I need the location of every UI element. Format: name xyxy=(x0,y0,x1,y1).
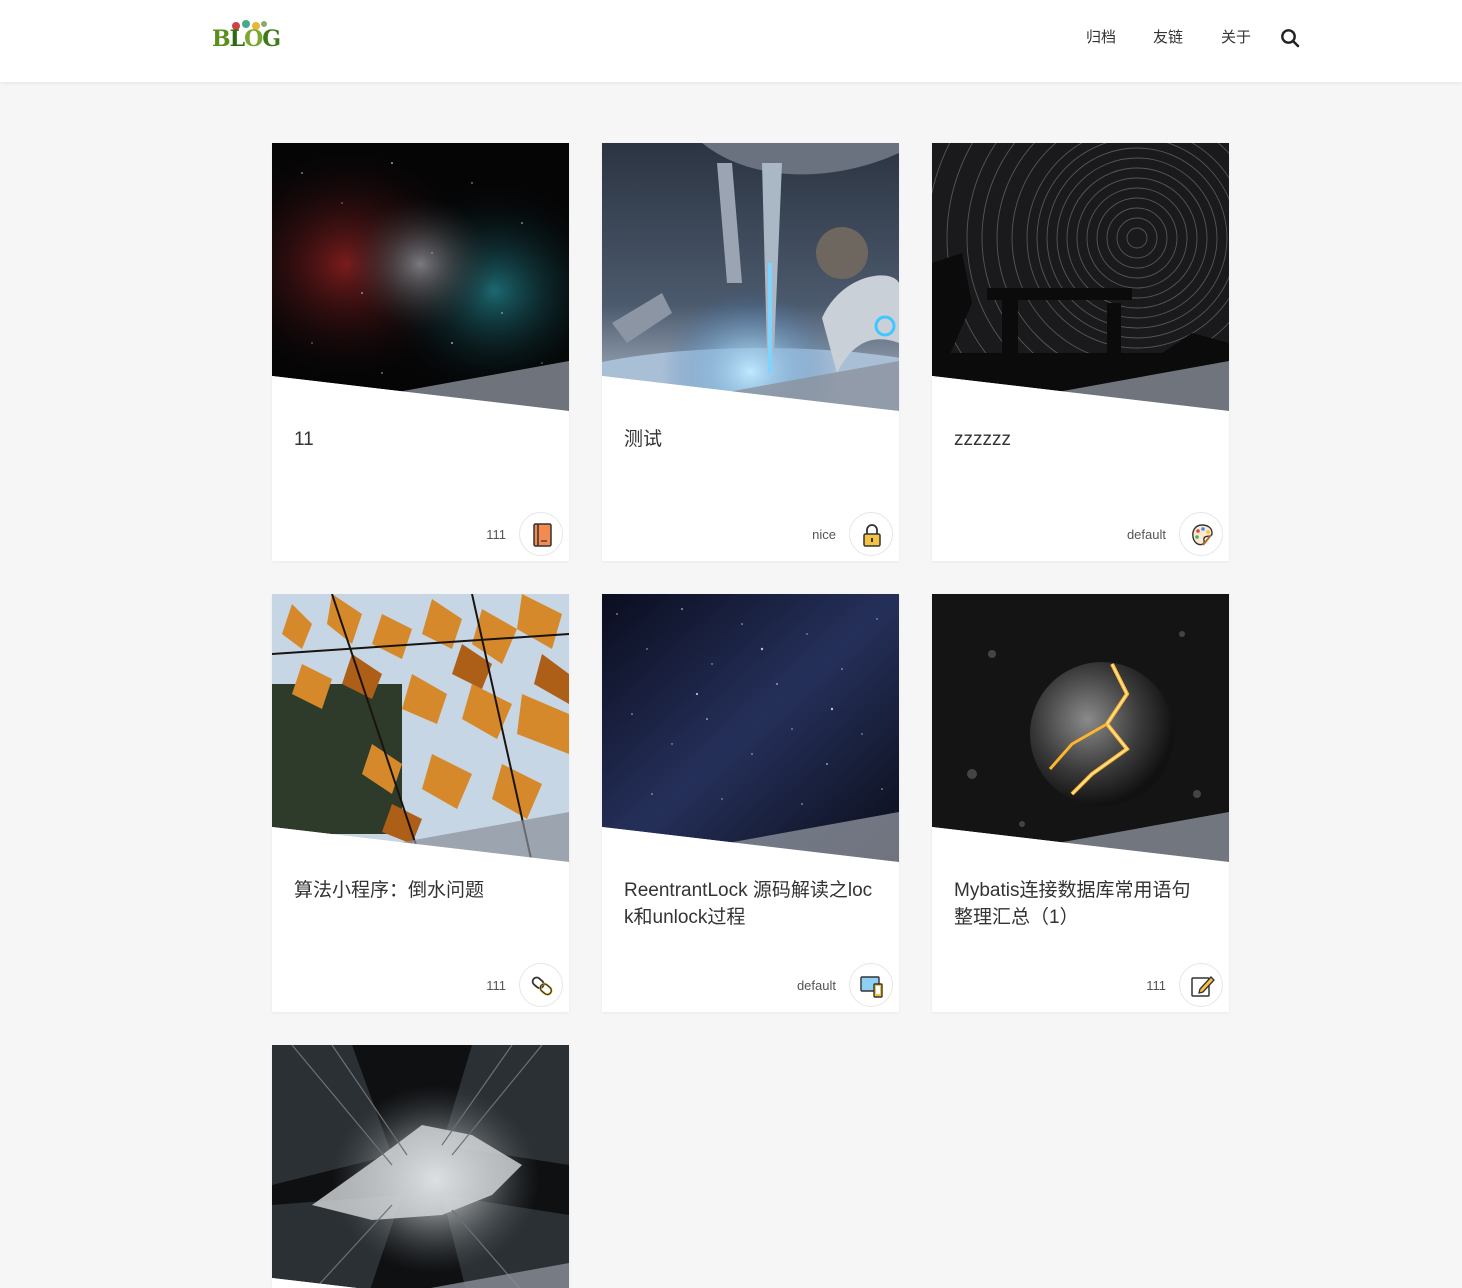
post-title[interactable]: ReentrantLock 源码解读之lock和unlock过程 xyxy=(624,877,876,931)
logo-wordmark: BLOG xyxy=(212,26,281,52)
post-cover-image[interactable] xyxy=(272,1045,569,1288)
post-card[interactable] xyxy=(272,1045,569,1288)
post-cover-image[interactable] xyxy=(932,594,1229,863)
post-title[interactable]: zzzzzz xyxy=(954,426,1206,453)
post-category-button[interactable] xyxy=(849,963,893,1007)
post-cover-image[interactable] xyxy=(602,143,899,412)
post-card[interactable]: 算法小程序：倒水问题 111 xyxy=(272,594,569,1012)
post-title[interactable]: 算法小程序：倒水问题 xyxy=(294,877,546,904)
post-tag: default xyxy=(1126,527,1166,542)
link-icon xyxy=(531,976,553,996)
nav-archive[interactable]: 归档 xyxy=(1086,27,1116,49)
post-card[interactable]: 11 111 xyxy=(272,143,569,561)
post-title[interactable]: 测试 xyxy=(624,426,876,453)
post-tag: 111 xyxy=(486,527,506,542)
lock-icon xyxy=(863,524,881,547)
devices-icon xyxy=(860,976,883,998)
post-card[interactable]: 测试 nice xyxy=(602,143,899,561)
post-card[interactable]: Mybatis连接数据库常用语句整理汇总（1） 111 xyxy=(932,594,1229,1012)
post-category-button[interactable] xyxy=(519,963,563,1007)
post-category-button[interactable] xyxy=(1179,963,1223,1007)
post-title[interactable]: Mybatis连接数据库常用语句整理汇总（1） xyxy=(954,877,1206,931)
site-header: BLOG 归档 友链 关于 xyxy=(0,0,1462,82)
palette-icon xyxy=(1192,524,1213,546)
post-cover-image[interactable] xyxy=(272,143,569,412)
notebook-icon xyxy=(533,523,552,547)
post-tag: default xyxy=(796,978,836,993)
site-logo[interactable]: BLOG xyxy=(212,18,281,58)
post-cover-image[interactable] xyxy=(602,594,899,863)
post-title[interactable]: 11 xyxy=(294,426,546,453)
post-category-button[interactable] xyxy=(519,512,563,556)
nav-links[interactable]: 友链 xyxy=(1153,27,1183,49)
post-cover-image[interactable] xyxy=(272,594,569,863)
post-card[interactable]: ReentrantLock 源码解读之lock和unlock过程 default xyxy=(602,594,899,1012)
post-cover-image[interactable] xyxy=(932,143,1229,412)
post-tag: 111 xyxy=(486,978,506,993)
post-category-button[interactable] xyxy=(849,512,893,556)
nav-about[interactable]: 关于 xyxy=(1221,27,1251,49)
edit-icon xyxy=(1191,976,1215,997)
post-tag: nice xyxy=(812,527,836,542)
post-tag: 111 xyxy=(1146,978,1166,993)
search-icon[interactable] xyxy=(1280,28,1300,48)
post-card[interactable]: zzzzzz default xyxy=(932,143,1229,561)
post-category-button[interactable] xyxy=(1179,512,1223,556)
